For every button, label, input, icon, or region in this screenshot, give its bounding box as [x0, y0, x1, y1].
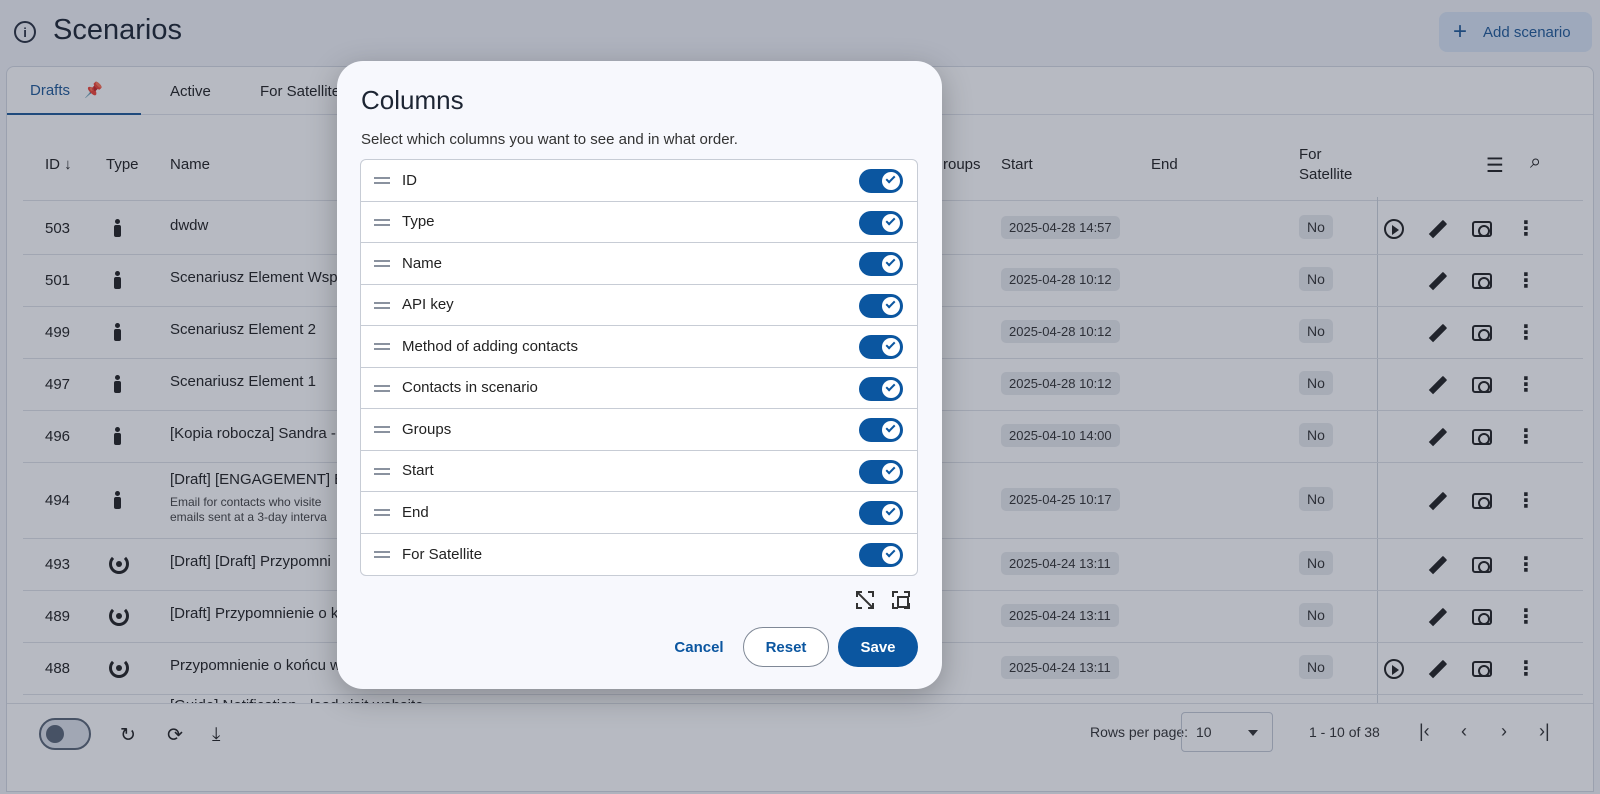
column-option[interactable]: API key: [361, 285, 917, 326]
dialog-title: Columns: [361, 85, 464, 115]
check-icon: [885, 298, 896, 308]
column-visibility-switch[interactable]: [859, 293, 903, 318]
column-visibility-switch[interactable]: [859, 376, 903, 401]
column-visibility-switch[interactable]: [859, 459, 903, 484]
column-option-label: Name: [402, 254, 443, 272]
check-icon: [885, 215, 896, 225]
column-option-label: Start: [402, 462, 434, 480]
check-icon: [885, 339, 896, 350]
dialog-description: Select which columns you want to see and…: [361, 131, 738, 148]
column-option-label: ID: [402, 171, 417, 189]
check-icon: [885, 464, 896, 474]
column-option[interactable]: End: [361, 492, 917, 534]
column-visibility-switch[interactable]: [859, 335, 903, 359]
columns-dialog: Columns Select which columns you want to…: [337, 61, 942, 689]
column-option[interactable]: Contacts in scenario: [361, 368, 917, 409]
drag-handle-icon[interactable]: [374, 343, 390, 350]
drag-handle-icon[interactable]: [374, 384, 390, 392]
drag-handle-icon[interactable]: [374, 467, 390, 475]
app: i Scenarios + Add scenario Drafts 📌 Acti…: [0, 0, 1600, 794]
column-option-label: Contacts in scenario: [402, 379, 538, 397]
column-option[interactable]: Groups: [361, 409, 917, 451]
column-visibility-switch[interactable]: [859, 542, 903, 567]
drag-handle-icon[interactable]: [374, 301, 390, 309]
column-option[interactable]: Start: [361, 451, 917, 492]
save-button[interactable]: Save: [838, 627, 918, 667]
column-visibility-switch[interactable]: [859, 169, 903, 193]
check-icon: [885, 173, 896, 184]
deselect-all-icon[interactable]: [856, 591, 874, 609]
column-option[interactable]: For Satellite: [361, 534, 917, 576]
column-visibility-switch[interactable]: [859, 210, 903, 235]
column-visibility-switch[interactable]: [859, 252, 903, 276]
column-option-label: API key: [402, 296, 454, 314]
column-option[interactable]: Type: [361, 202, 917, 243]
drag-handle-icon[interactable]: [374, 218, 390, 226]
cancel-button[interactable]: Cancel: [667, 627, 731, 667]
column-visibility-switch[interactable]: [859, 418, 903, 442]
column-option-label: For Satellite: [402, 545, 483, 563]
drag-handle-icon[interactable]: [374, 509, 390, 516]
select-all-icon[interactable]: [892, 591, 910, 609]
check-icon: [885, 422, 896, 433]
drag-handle-icon[interactable]: [374, 550, 390, 558]
check-icon: [885, 505, 896, 516]
column-option-label: Groups: [402, 420, 452, 438]
drag-handle-icon[interactable]: [374, 426, 390, 433]
column-option-label: End: [402, 503, 429, 521]
drag-handle-icon[interactable]: [374, 177, 390, 184]
column-option[interactable]: Method of adding contacts: [361, 326, 917, 368]
column-option-label: Method of adding contacts: [402, 337, 578, 355]
check-icon: [885, 381, 896, 391]
column-option-label: Type: [402, 213, 435, 231]
column-option[interactable]: Name: [361, 243, 917, 285]
column-list: ID Type Name API key Method of adding contac…: [360, 159, 918, 576]
column-option[interactable]: ID: [361, 160, 917, 202]
check-icon: [885, 547, 896, 557]
column-visibility-switch[interactable]: [859, 501, 903, 525]
check-icon: [885, 256, 896, 267]
reset-button[interactable]: Reset: [743, 627, 829, 667]
drag-handle-icon[interactable]: [374, 260, 390, 267]
